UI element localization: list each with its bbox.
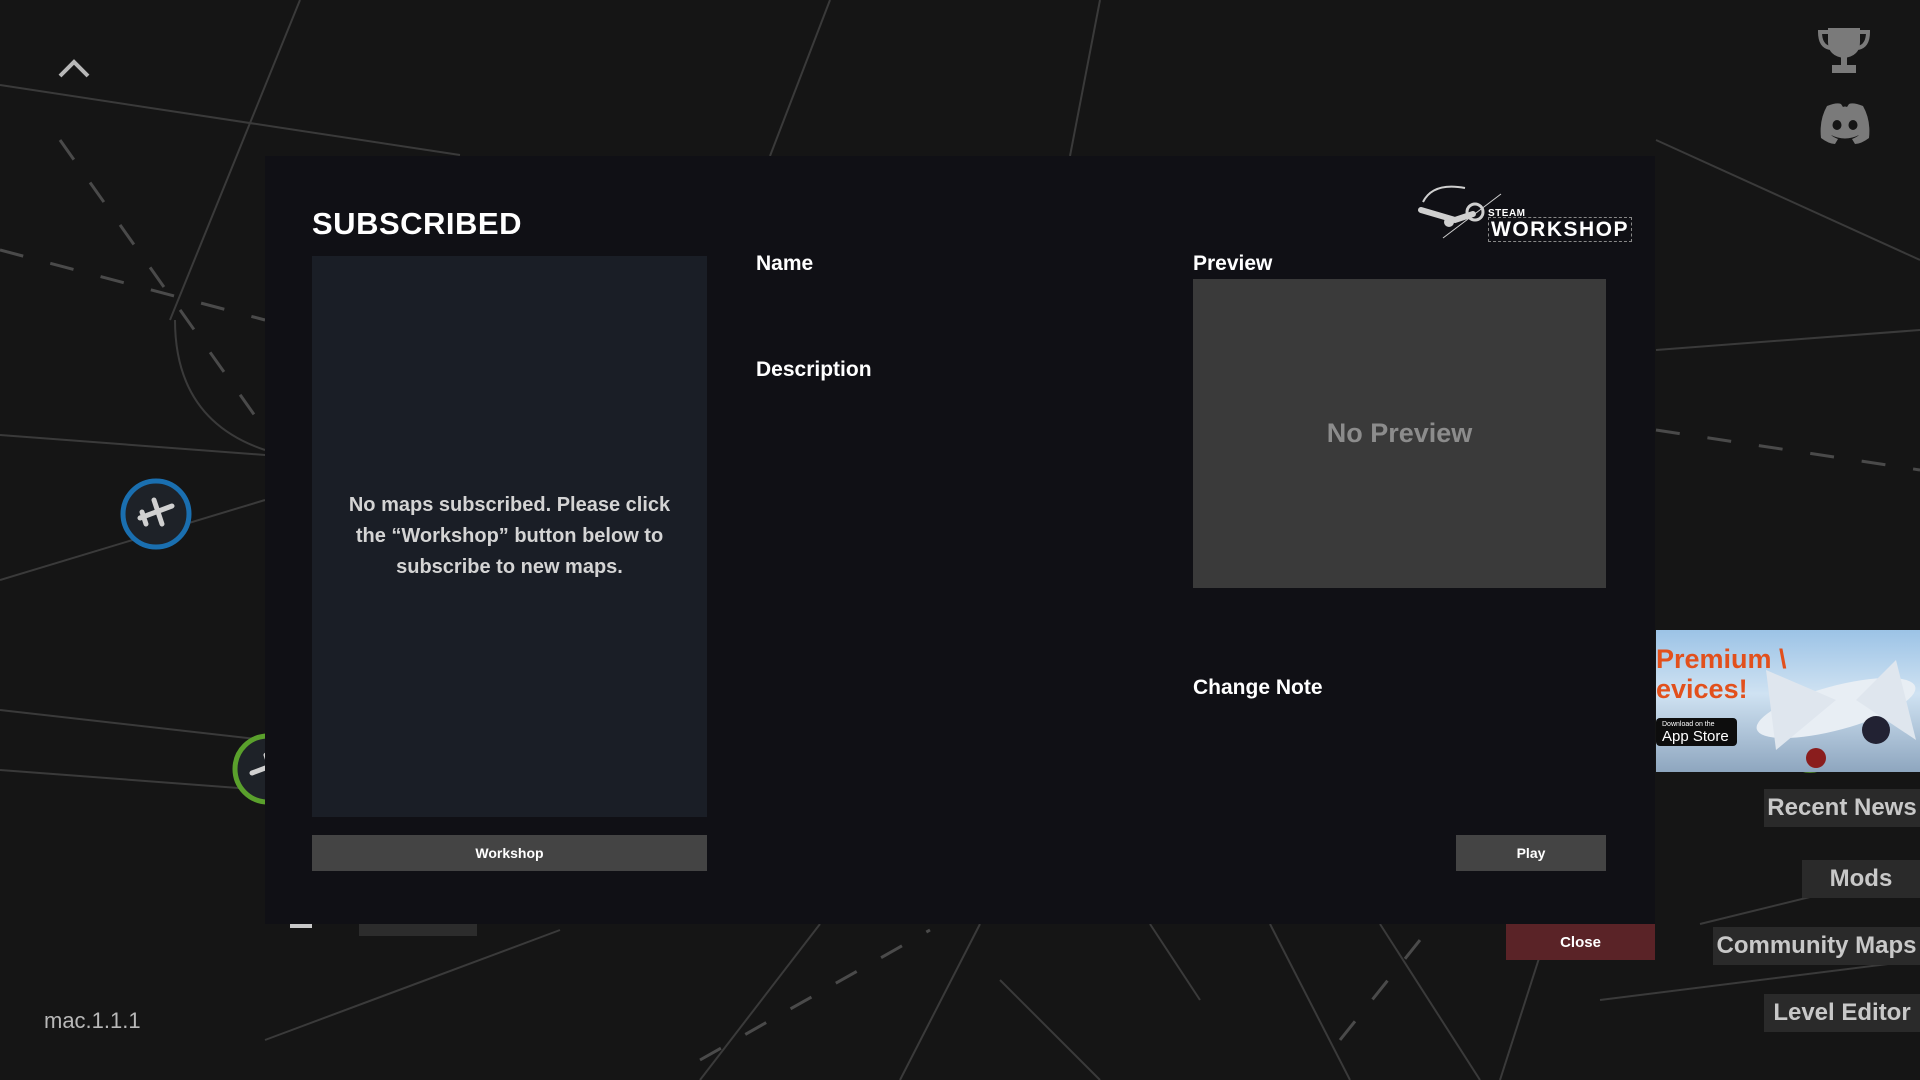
name-label: Name: [756, 252, 814, 275]
logo-workshop-text: WORKSHOP: [1488, 217, 1632, 242]
community-maps-button[interactable]: Community Maps: [1713, 927, 1920, 965]
discord-icon[interactable]: [1815, 100, 1875, 146]
workshop-button[interactable]: Workshop: [312, 835, 707, 871]
chevron-up-icon[interactable]: [56, 56, 92, 80]
description-label: Description: [756, 358, 872, 381]
airplane-icon[interactable]: [120, 478, 192, 550]
ad-headline: Premium \ evices!: [1656, 644, 1787, 704]
version-label: mac.1.1.1: [44, 1008, 141, 1033]
mods-button[interactable]: Mods: [1802, 860, 1920, 898]
ad-banner[interactable]: Premium \ evices! Download on the App St…: [1656, 630, 1920, 772]
recent-news-button[interactable]: Recent News: [1764, 789, 1920, 827]
trophy-icon[interactable]: [1814, 24, 1874, 76]
play-button[interactable]: Play: [1456, 835, 1606, 871]
change-note-label: Change Note: [1193, 676, 1323, 699]
no-preview-text: No Preview: [1326, 418, 1473, 448]
preview-label: Preview: [1193, 252, 1273, 275]
subscribed-maps-list: No maps subscribed. Please click the “Wo…: [312, 256, 707, 817]
level-editor-button[interactable]: Level Editor: [1764, 994, 1920, 1032]
steam-workshop-logo: STEAM WORKSHOP: [1413, 180, 1693, 242]
subscribed-dialog: SUBSCRIBED STEAM WORKSHOP No maps subscr…: [265, 156, 1655, 924]
background-ui-fragment: [359, 922, 477, 936]
app-store-badge: Download on the App Store: [1656, 718, 1737, 746]
close-button[interactable]: Close: [1506, 924, 1655, 960]
dialog-title: SUBSCRIBED: [312, 206, 522, 241]
preview-image-box: No Preview: [1193, 279, 1606, 588]
empty-maps-message: No maps subscribed. Please click the “Wo…: [348, 494, 671, 578]
